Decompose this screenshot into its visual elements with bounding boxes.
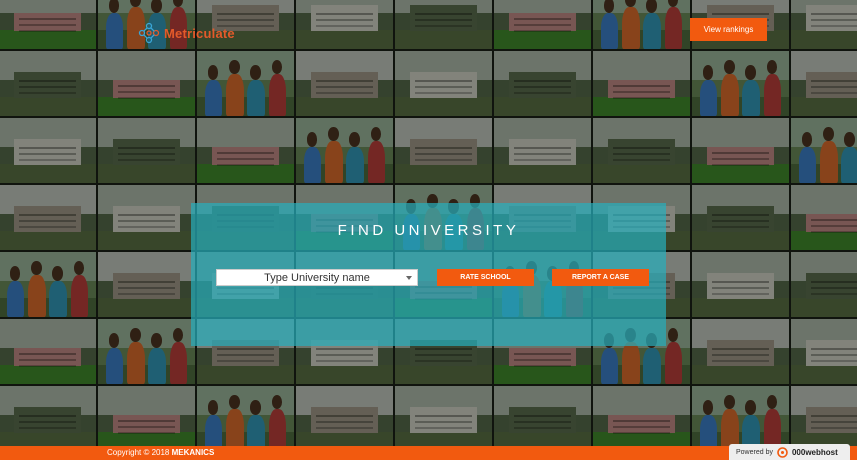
find-university-panel: FIND UNIVERSITY Type University name RAT…	[191, 203, 666, 346]
report-case-button[interactable]: REPORT A CASE	[552, 269, 649, 286]
mosaic-photo	[0, 50, 97, 117]
mosaic-photo	[0, 318, 97, 385]
mosaic-photo	[592, 385, 691, 446]
university-select[interactable]: Type University name	[216, 269, 418, 286]
mosaic-photo	[691, 184, 790, 251]
mosaic-photo	[493, 0, 592, 50]
rate-school-button[interactable]: RATE SCHOOL	[437, 269, 534, 286]
mosaic-photo	[196, 50, 295, 117]
mosaic-photo	[295, 385, 394, 446]
mosaic-photo	[97, 318, 196, 385]
mosaic-photo	[0, 184, 97, 251]
host-name: 000webhost	[791, 447, 838, 457]
mosaic-photo	[691, 318, 790, 385]
mosaic-photo	[0, 0, 97, 50]
mosaic-photo	[493, 385, 592, 446]
mosaic-photo	[790, 318, 857, 385]
000webhost-logo-icon	[777, 446, 788, 458]
powered-by-label: Powered by	[736, 448, 773, 456]
mosaic-photo	[196, 117, 295, 184]
mosaic-photo	[0, 117, 97, 184]
mosaic-photo	[790, 251, 857, 318]
mosaic-photo	[691, 385, 790, 446]
mosaic-photo	[97, 117, 196, 184]
mosaic-photo	[97, 50, 196, 117]
mosaic-photo	[394, 0, 493, 50]
logo-text: Metriculate	[164, 25, 235, 41]
copyright-text: Copyright © 2018 MEKANICS	[107, 448, 214, 457]
university-select-placeholder: Type University name	[264, 271, 370, 284]
mosaic-photo	[790, 385, 857, 446]
panel-title: FIND UNIVERSITY	[337, 222, 520, 239]
mosaic-photo	[196, 385, 295, 446]
molecule-logo-icon	[138, 22, 160, 44]
mosaic-photo	[592, 117, 691, 184]
mosaic-photo	[493, 50, 592, 117]
site-logo[interactable]: Metriculate	[138, 22, 235, 44]
mosaic-photo	[295, 50, 394, 117]
mosaic-photo	[394, 385, 493, 446]
mosaic-photo	[592, 0, 691, 50]
mosaic-photo	[790, 117, 857, 184]
copyright-prefix: Copyright © 2018	[107, 448, 170, 457]
mosaic-photo	[394, 50, 493, 117]
mosaic-photo	[394, 117, 493, 184]
mosaic-photo	[790, 0, 857, 50]
mosaic-photo	[97, 385, 196, 446]
powered-by-badge[interactable]: Powered by 000webhost	[729, 444, 850, 460]
mosaic-photo	[295, 0, 394, 50]
mosaic-photo	[790, 50, 857, 117]
chevron-down-icon	[406, 276, 412, 280]
mosaic-photo	[592, 50, 691, 117]
mosaic-photo	[691, 117, 790, 184]
view-rankings-button[interactable]: View rankings	[690, 18, 767, 41]
mosaic-photo	[0, 251, 97, 318]
mosaic-photo	[97, 184, 196, 251]
mosaic-photo	[493, 117, 592, 184]
mosaic-photo	[691, 50, 790, 117]
mosaic-photo	[97, 251, 196, 318]
mosaic-photo	[0, 385, 97, 446]
brand-link[interactable]: MEKANICS	[172, 448, 215, 457]
mosaic-photo	[295, 117, 394, 184]
mosaic-photo	[691, 251, 790, 318]
mosaic-photo	[790, 184, 857, 251]
